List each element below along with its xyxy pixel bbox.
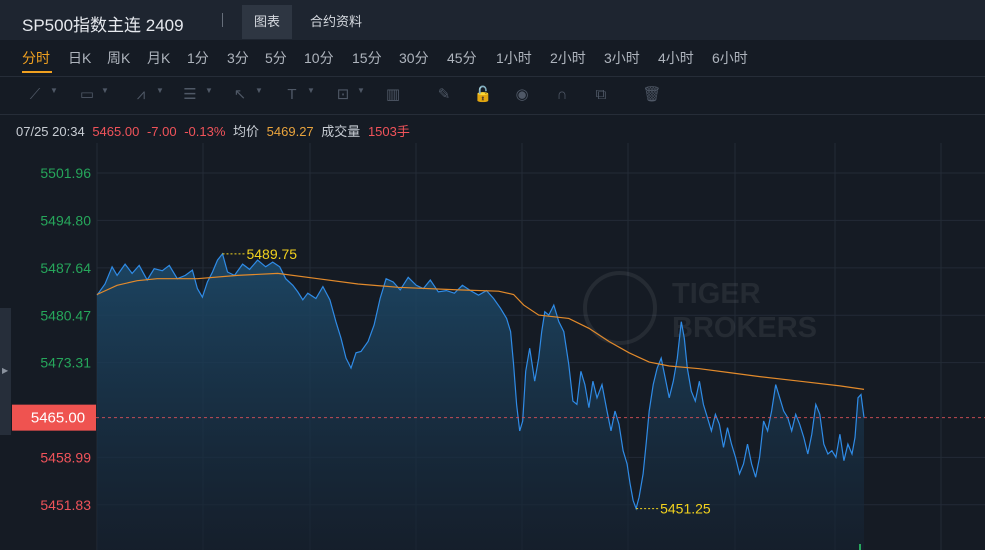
trash-icon[interactable]: 🗑	[642, 85, 662, 105]
period-4hour[interactable]: 4小时	[658, 48, 694, 68]
volume-value: 1503手	[367, 124, 410, 139]
watermark-text: BROKERS	[672, 312, 817, 344]
chevron-down-icon[interactable]: ▼	[255, 86, 263, 95]
period-30min[interactable]: 30分	[399, 48, 429, 68]
title-divider	[222, 13, 223, 27]
text-icon[interactable]: T	[282, 85, 302, 105]
quote-info-bar: 07/25 20:34 5465.00 -7.00 -0.13% 均价 5469…	[16, 121, 414, 140]
rectangle-icon[interactable]: ▭	[77, 85, 97, 105]
avg-price-value: 5469.27	[266, 124, 314, 139]
high-price-label: 5489.75	[246, 246, 297, 262]
watermark-text: TIGER	[672, 278, 761, 310]
chevron-down-icon[interactable]: ▼	[357, 86, 365, 95]
lock-icon[interactable]: 🔓	[473, 85, 493, 105]
period-15min[interactable]: 15分	[352, 48, 382, 68]
chevron-down-icon[interactable]: ▼	[101, 86, 109, 95]
fibonacci-icon[interactable]: ☰	[180, 85, 200, 105]
period-5min[interactable]: 5分	[265, 48, 287, 68]
chevron-down-icon[interactable]: ▼	[50, 86, 58, 95]
period-6hour[interactable]: 6小时	[712, 48, 748, 68]
period-1hour[interactable]: 1小时	[496, 48, 532, 68]
tab-chart[interactable]: 图表	[242, 5, 293, 39]
y-tick-label: 5501.96	[40, 165, 91, 181]
y-tick-label: 5480.47	[40, 307, 91, 323]
y-tick-label: 5458.99	[40, 449, 91, 465]
pencil-icon[interactable]: ✎	[434, 85, 454, 105]
drawing-toolbar: ⟋ ▼ ▭ ▼ ⩘ ▼ ☰ ▼ ↖ ▼ T ▼ ⊡ ▼ ▥ ✎ 🔓 ◉ ∩ ⧉ 🗑	[0, 76, 985, 115]
y-tick-label: 5487.64	[40, 260, 91, 276]
arrow-icon[interactable]: ↖	[230, 85, 250, 105]
page-title: SP500指数主连 2409	[22, 16, 184, 35]
period-45min[interactable]: 45分	[447, 48, 477, 68]
quote-datetime: 07/25 20:34	[16, 124, 85, 139]
tab-contract-info[interactable]: 合约资料	[298, 5, 374, 39]
trend-line-icon[interactable]: ⟋	[25, 85, 45, 105]
y-tick-label: 5451.83	[40, 497, 91, 513]
y-tick-label: 5494.80	[40, 212, 91, 228]
eye-icon[interactable]: ◉	[512, 85, 532, 105]
avg-price-label: 均价	[233, 124, 260, 139]
price-label-icon[interactable]: ⊡	[333, 85, 353, 105]
chevron-down-icon[interactable]: ▼	[156, 86, 164, 95]
chevron-down-icon[interactable]: ▼	[307, 86, 315, 95]
magnet-icon[interactable]: ∩	[552, 85, 572, 105]
period-3hour[interactable]: 3小时	[604, 48, 640, 68]
period-month[interactable]: 月K	[147, 48, 170, 68]
period-10min[interactable]: 10分	[304, 48, 334, 68]
wave-pattern-icon[interactable]: ⩘	[131, 85, 151, 105]
period-selector: 分时 日K 周K 月K 1分 3分 5分 10分 15分 30分 45分 1小时…	[0, 40, 985, 76]
current-price-label: 5465.00	[31, 410, 85, 427]
period-3min[interactable]: 3分	[227, 48, 249, 68]
period-1min[interactable]: 1分	[187, 48, 209, 68]
title-bar: SP500指数主连 2409 图表 合约资料	[0, 0, 985, 40]
period-day[interactable]: 日K	[68, 48, 91, 68]
duplicate-icon[interactable]: ⧉	[591, 85, 611, 105]
intraday-chart[interactable]: TIGERBROKERS 5501.96 5494.80 5487.64 5480.47…	[0, 143, 985, 550]
y-tick-label: 5473.31	[40, 355, 91, 371]
volume-label: 成交量	[321, 124, 361, 139]
period-2hour[interactable]: 2小时	[550, 48, 586, 68]
period-intraday[interactable]: 分时	[22, 48, 50, 68]
active-period-indicator	[22, 71, 52, 73]
chevron-right-icon[interactable]: ▶	[2, 366, 8, 375]
bar-pattern-icon[interactable]: ▥	[383, 85, 403, 105]
quote-price: 5465.00	[92, 124, 140, 139]
chevron-down-icon[interactable]: ▼	[205, 86, 213, 95]
quote-change-pct: -0.13%	[184, 124, 226, 139]
period-week[interactable]: 周K	[107, 48, 130, 68]
quote-change: -7.00	[146, 124, 177, 139]
low-price-label: 5451.25	[660, 501, 711, 517]
